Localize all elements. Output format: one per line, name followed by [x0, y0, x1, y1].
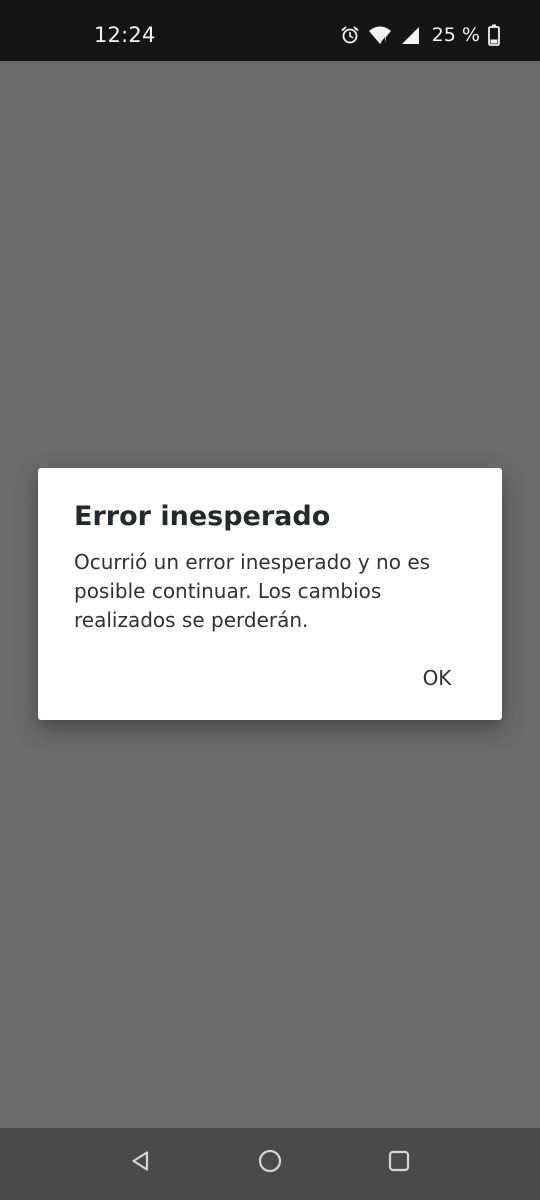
dialog-title: Error inesperado [74, 501, 331, 532]
recents-button[interactable] [375, 1141, 423, 1185]
error-dialog: Error inesperado Ocurrió un error inespe… [38, 468, 502, 720]
home-icon [257, 1148, 283, 1178]
alarm-icon [340, 25, 360, 45]
signal-icon [400, 25, 420, 45]
battery-percentage: 25 % [431, 24, 480, 46]
home-button[interactable] [246, 1141, 294, 1185]
recents-icon [387, 1149, 411, 1177]
dialog-message: Ocurrió un error inesperado y no es posi… [74, 550, 431, 632]
svg-text:!: ! [384, 36, 387, 44]
wifi-icon: ! [368, 25, 392, 45]
battery-icon [488, 24, 500, 46]
status-bar: 12:24 ! 25 % [0, 0, 540, 61]
back-icon [129, 1149, 153, 1177]
ok-button[interactable]: OK [402, 656, 472, 700]
navigation-bar [0, 1128, 540, 1200]
status-icons: ! 25 % [340, 22, 500, 48]
back-button[interactable] [117, 1141, 165, 1185]
status-time: 12:24 [94, 23, 156, 47]
